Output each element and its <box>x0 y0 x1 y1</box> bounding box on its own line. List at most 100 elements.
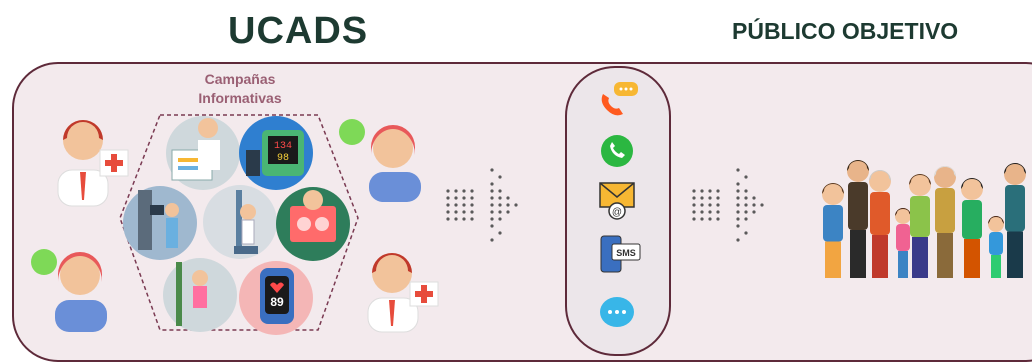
family-member <box>869 170 891 278</box>
arrow-dot <box>498 217 502 221</box>
arrow-dot <box>462 189 466 193</box>
arrow-dot <box>446 196 450 200</box>
whatsapp-icon <box>601 135 633 167</box>
family-member <box>961 178 983 278</box>
arrow-dot <box>736 182 740 186</box>
operator-female-right-icon <box>339 119 421 202</box>
email-at-symbol: @ <box>612 207 622 218</box>
arrow-dot <box>490 217 494 221</box>
arrow-dot <box>506 196 510 200</box>
family-group-icon <box>822 160 1026 278</box>
arrow-dot <box>708 217 712 221</box>
arrow-dot <box>490 203 494 207</box>
arrow-dot <box>736 210 740 214</box>
arrow-dot <box>744 175 748 179</box>
family-member <box>934 166 956 278</box>
arrow-dot <box>498 203 502 207</box>
height-scale-icon <box>203 185 277 259</box>
dotted-arrow-right-1 <box>446 168 518 242</box>
arrow-dot <box>446 217 450 221</box>
chat-bubble-icon <box>600 297 634 327</box>
lungs-screen-icon <box>276 187 350 261</box>
arrow-dot <box>462 203 466 207</box>
arrow-dot <box>470 210 474 214</box>
arrow-dot <box>736 224 740 228</box>
arrow-dot <box>744 217 748 221</box>
arrow-dot <box>760 203 764 207</box>
arrow-dot <box>736 238 740 242</box>
phone-chat-icon <box>601 82 638 116</box>
operator-male-top-icon <box>57 120 129 207</box>
arrow-dot <box>470 196 474 200</box>
arrow-dot <box>736 189 740 193</box>
arrow-dot <box>470 217 474 221</box>
arrow-dot <box>490 238 494 242</box>
arrow-dot <box>744 231 748 235</box>
watch-reading: 89 <box>270 295 284 309</box>
arrow-dot <box>446 189 450 193</box>
family-member <box>909 174 931 278</box>
blood-pressure-icon: 134 98 <box>239 116 313 190</box>
sms-label: SMS <box>616 248 636 258</box>
arrow-dot <box>708 196 712 200</box>
arrow-dot <box>700 203 704 207</box>
arrow-dot <box>490 189 494 193</box>
girl-height-icon <box>163 258 237 332</box>
sms-icon: SMS <box>600 235 641 273</box>
arrow-dot <box>462 196 466 200</box>
heart-rate-watch-icon: 89 <box>239 261 313 335</box>
arrow-dot <box>736 203 740 207</box>
family-member <box>1004 163 1026 278</box>
email-icon: @ <box>599 182 635 220</box>
arrow-dot <box>744 203 748 207</box>
arrow-dot <box>506 210 510 214</box>
arrow-dot <box>700 217 704 221</box>
family-member <box>988 216 1004 278</box>
arrow-dot <box>446 203 450 207</box>
arrow-dot <box>708 203 712 207</box>
arrow-dot <box>716 210 720 214</box>
bp-reading-top: 134 <box>274 141 292 152</box>
arrow-dot <box>700 189 704 193</box>
arrow-dot <box>490 224 494 228</box>
bp-reading-bottom: 98 <box>277 153 289 164</box>
arrow-dot <box>716 217 720 221</box>
arrow-dot <box>700 196 704 200</box>
operator-male-bottom-icon <box>367 253 439 333</box>
arrow-dot <box>498 175 502 179</box>
arrow-dot <box>716 189 720 193</box>
arrow-dot <box>490 182 494 186</box>
arrow-dot <box>490 196 494 200</box>
arrow-dot <box>490 210 494 214</box>
arrow-dot <box>692 189 696 193</box>
family-member <box>822 183 844 278</box>
doctor-weight-icon <box>166 116 240 190</box>
arrow-dot <box>752 203 756 207</box>
family-member <box>895 208 911 278</box>
operator-female-left-icon <box>31 249 107 332</box>
arrow-dot <box>454 217 458 221</box>
arrow-dot <box>514 203 518 207</box>
arrow-dot <box>454 196 458 200</box>
arrow-dot <box>454 210 458 214</box>
arrow-dot <box>744 210 748 214</box>
arrow-dot <box>506 203 510 207</box>
dotted-arrow-right-2 <box>692 168 764 242</box>
arrow-dot <box>716 203 720 207</box>
diagram-art: 134 98 89 @ SMS <box>31 82 1026 335</box>
arrow-dot <box>692 210 696 214</box>
arrow-dot <box>716 196 720 200</box>
arrow-dot <box>498 196 502 200</box>
arrow-dot <box>454 203 458 207</box>
family-member <box>847 160 869 278</box>
arrow-dot <box>470 203 474 207</box>
arrow-dot <box>752 196 756 200</box>
arrow-dot <box>454 189 458 193</box>
arrow-dot <box>446 210 450 214</box>
arrow-dot <box>708 189 712 193</box>
arrow-dot <box>498 231 502 235</box>
arrow-dot <box>736 168 740 172</box>
arrow-dot <box>744 196 748 200</box>
arrow-dot <box>498 210 502 214</box>
xray-machine-icon <box>123 186 197 260</box>
